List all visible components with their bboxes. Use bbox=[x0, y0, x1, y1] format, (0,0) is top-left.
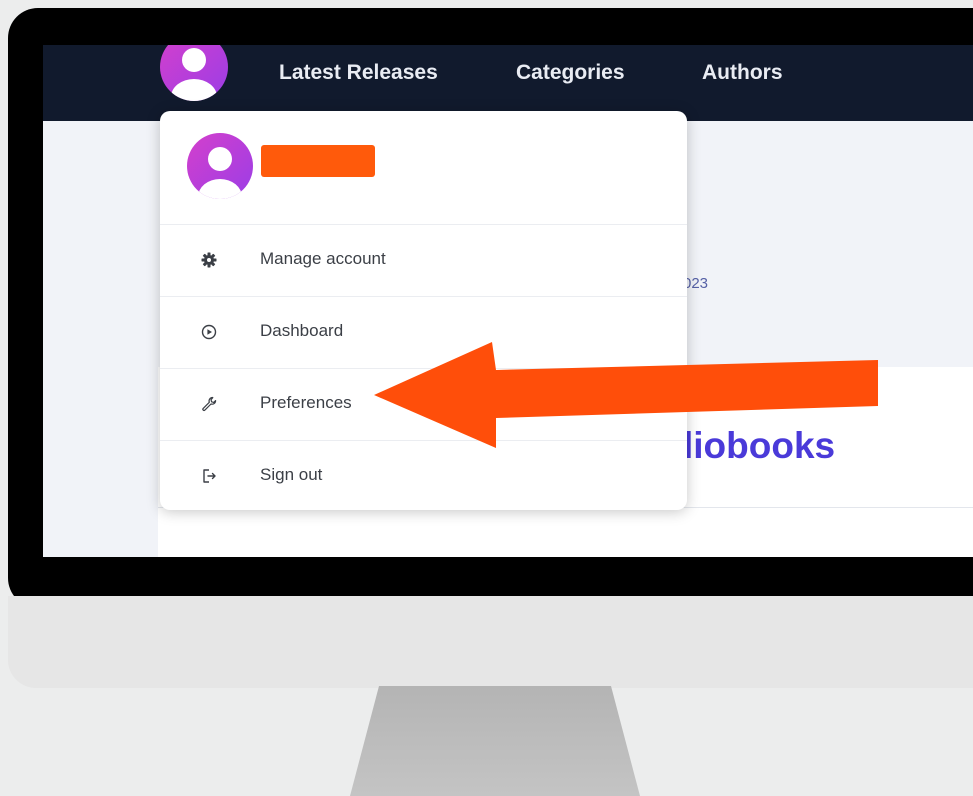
annotation-arrow-icon bbox=[374, 342, 878, 448]
nav-link-authors[interactable]: Authors bbox=[702, 61, 783, 85]
user-avatar-icon bbox=[160, 45, 228, 101]
sign-out-icon bbox=[198, 465, 220, 487]
nav-link-latest-releases[interactable]: Latest Releases bbox=[279, 61, 438, 85]
menu-item-label: Dashboard bbox=[260, 321, 344, 340]
menu-item-label: Sign out bbox=[260, 465, 323, 484]
dropdown-user-header bbox=[160, 111, 687, 224]
wrench-icon bbox=[198, 393, 220, 415]
play-circle-icon bbox=[198, 321, 220, 343]
monitor-stand bbox=[350, 686, 640, 796]
user-avatar-icon bbox=[187, 133, 253, 199]
nav-link-categories[interactable]: Categories bbox=[516, 61, 625, 85]
top-navbar: Latest Releases Categories Authors bbox=[43, 45, 973, 121]
nav-avatar-button[interactable] bbox=[159, 45, 229, 101]
dropdown-avatar bbox=[187, 133, 257, 201]
menu-item-label: Preferences bbox=[260, 393, 352, 412]
monitor-screen: Latest Releases Categories Authors 023 l… bbox=[43, 45, 973, 557]
redacted-username bbox=[261, 145, 375, 177]
menu-item-label: Manage account bbox=[260, 249, 386, 268]
monitor-chin bbox=[8, 596, 973, 688]
menu-item-manage-account[interactable]: Manage account bbox=[160, 224, 687, 297]
gear-icon bbox=[198, 249, 220, 271]
